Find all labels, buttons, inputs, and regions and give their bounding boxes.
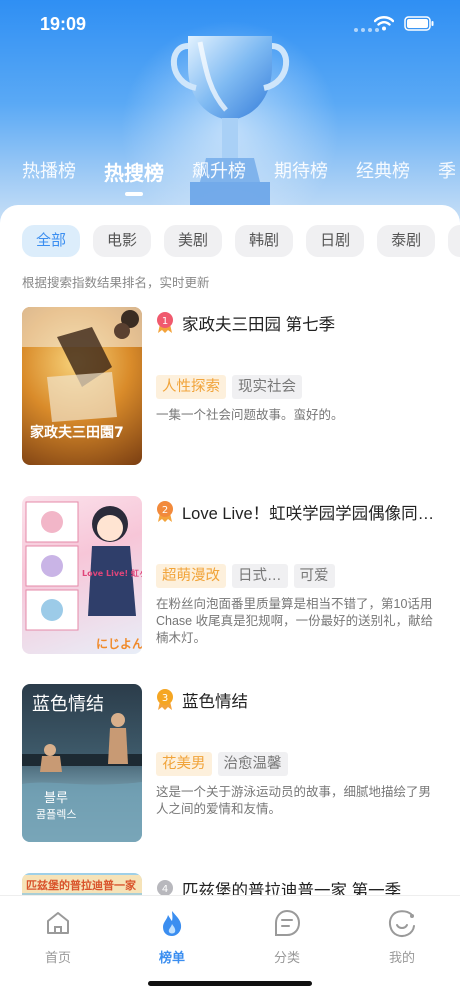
poster-image: 家政夫三田園7	[22, 307, 142, 465]
svg-text:블루: 블루	[44, 791, 68, 806]
list-item[interactable]: 家政夫三田園7 1 家政夫三田园 第七季 人性探索 现实社会 一集一个社会问题故…	[22, 307, 442, 467]
rank-badge-3: 3	[156, 689, 174, 711]
poster-image: 蓝色情结 블루 콤플렉스	[22, 684, 142, 842]
rank-badge-4: 4	[156, 878, 174, 895]
tab-home[interactable]: 首页	[18, 908, 98, 966]
hero-banner: 19:09 热播榜 热搜榜 飙升榜 期待榜 经典榜 季	[0, 0, 460, 230]
filter-th-drama[interactable]: 泰剧	[377, 225, 436, 257]
tag[interactable]: 人性探索	[156, 375, 226, 399]
poster-caption: 蓝色情结	[32, 694, 104, 715]
ranking-hint: 根据搜索指数结果排名，实时更新	[22, 276, 210, 290]
list-item[interactable]: 蓝色情结 블루 콤플렉스 3 蓝色情结 花美男 治愈温馨 这是一个关于游泳运动员…	[22, 684, 442, 844]
poster-caption: 匹兹堡的普拉迪普一家	[26, 878, 137, 892]
item-title: 匹兹堡的普拉迪普一家 第一季	[182, 882, 402, 895]
list-item[interactable]: Love Live! 虹ヶ咲学園 四格漫 にじよん 2 Love Live！虹咲…	[22, 496, 442, 656]
home-icon	[47, 912, 69, 934]
profile-icon	[388, 910, 415, 937]
tag[interactable]: 花美男	[156, 752, 212, 776]
svg-text:3: 3	[162, 693, 168, 704]
item-description: 一集一个社会问题故事。蛮好的。	[156, 408, 344, 422]
poster-image: 匹兹堡的普拉迪普一家	[22, 873, 142, 895]
item-title: 蓝色情结	[182, 693, 248, 711]
filter-us-drama[interactable]: 美剧	[164, 225, 223, 257]
tab-season[interactable]: 季	[438, 157, 456, 186]
rank-badge-2: 2	[156, 501, 174, 523]
tab-category[interactable]: 分类	[247, 908, 327, 966]
svg-text:콤플렉스: 콤플렉스	[36, 808, 76, 821]
tab-ranking[interactable]: 榜单	[132, 908, 212, 966]
battery-icon	[404, 16, 434, 31]
poster-caption: Love Live! 虹ヶ咲学園 四格漫	[82, 568, 142, 578]
category-filters: 全部 电影 美剧 韩剧 日剧 泰剧 英	[22, 225, 460, 257]
tag[interactable]: 超萌漫改	[156, 564, 226, 588]
svg-text:2: 2	[162, 505, 168, 516]
status-bar: 19:09	[0, 0, 460, 50]
tab-anticipated[interactable]: 期待榜	[274, 157, 328, 186]
item-title: 家政夫三田园 第七季	[182, 316, 336, 334]
item-title: Love Live！虹咲学园学园偶像同好会	[182, 505, 440, 523]
tab-hot-play[interactable]: 热播榜	[22, 157, 76, 186]
tab-hot-search[interactable]: 热搜榜	[104, 157, 164, 196]
filter-jp-drama[interactable]: 日剧	[306, 225, 365, 257]
poster-caption: 家政夫三田園7	[30, 424, 124, 441]
item-description: 这是一个关于游泳运动员的故事，细腻地描绘了男人之间的爱情和友情。	[156, 785, 432, 816]
filter-kr-drama[interactable]: 韩剧	[235, 225, 294, 257]
poster-image: Love Live! 虹ヶ咲学園 四格漫 にじよん	[22, 496, 142, 654]
tab-profile[interactable]: 我的	[362, 908, 442, 966]
list-item[interactable]: 匹兹堡的普拉迪普一家 4 匹兹堡的普拉迪普一家 第一季	[22, 873, 442, 895]
svg-text:4: 4	[162, 884, 168, 895]
filter-uk-drama[interactable]: 英	[448, 225, 460, 257]
tab-classic[interactable]: 经典榜	[356, 157, 410, 186]
tag[interactable]: 现实社会	[232, 375, 302, 399]
flame-icon	[163, 911, 182, 936]
tag[interactable]: 日式…	[232, 564, 288, 588]
status-time: 19:09	[40, 14, 87, 34]
rank-tabs: 热播榜 热搜榜 飙升榜 期待榜 经典榜 季	[22, 157, 460, 196]
tag[interactable]: 治愈温馨	[217, 752, 288, 776]
tag[interactable]: 可爱	[293, 564, 335, 588]
svg-text:にじよん: にじよん	[96, 637, 142, 651]
filter-movie[interactable]: 电影	[93, 225, 152, 257]
filter-all[interactable]: 全部	[22, 225, 81, 257]
home-indicator	[148, 981, 312, 986]
item-description: 在粉丝向泡面番里质量算是相当不错了，第10话用 Chase 收尾真是犯规啊，一份…	[156, 597, 434, 645]
wifi-icon	[374, 16, 394, 31]
category-icon	[275, 909, 301, 936]
ranking-card: 全部 电影 美剧 韩剧 日剧 泰剧 英 根据搜索指数结果排名，实时更新 家政夫三…	[0, 205, 460, 895]
tab-rising[interactable]: 飙升榜	[192, 157, 246, 186]
svg-text:1: 1	[162, 316, 168, 327]
rank-badge-1: 1	[156, 312, 174, 334]
